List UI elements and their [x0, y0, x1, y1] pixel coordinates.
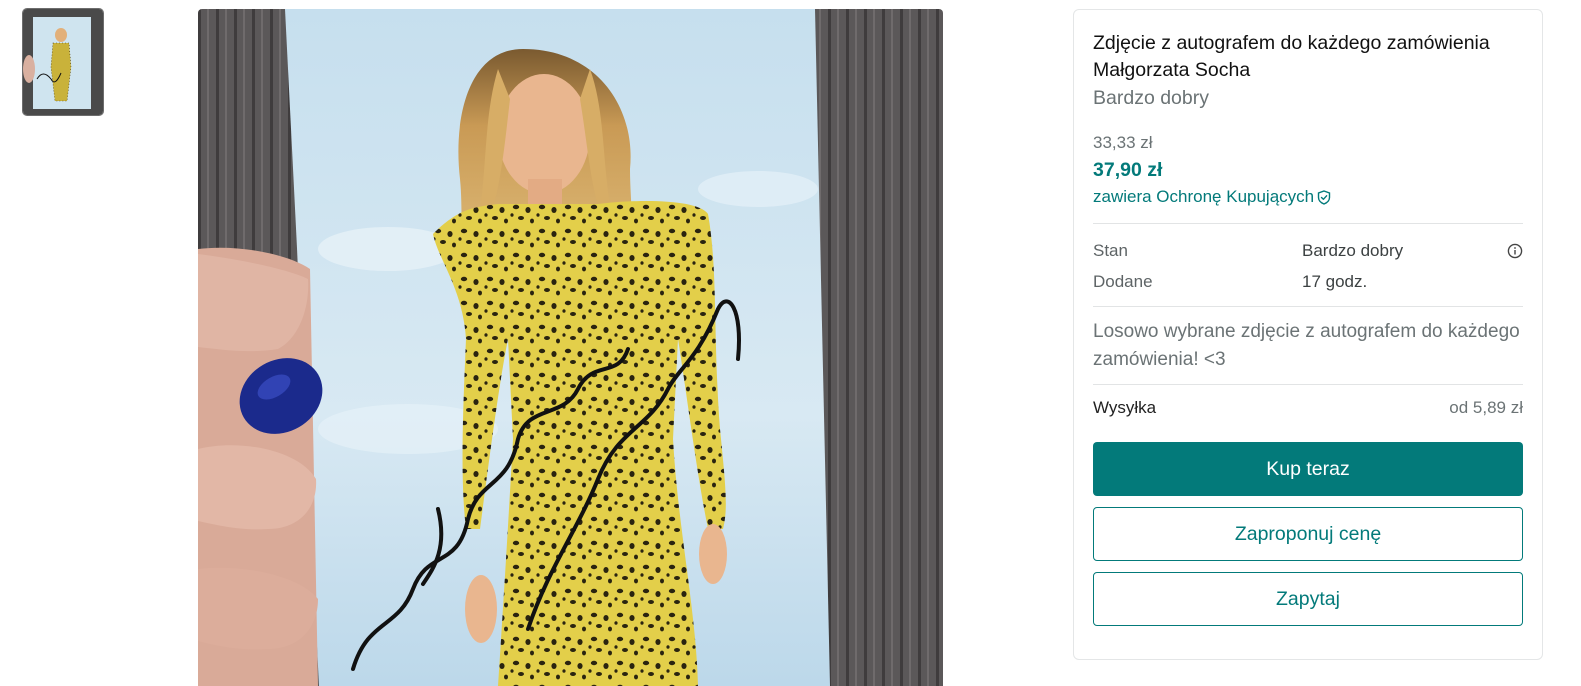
shipping-row: Wysyłka od 5,89 zł: [1093, 396, 1523, 420]
item-price: 33,33 zł: [1093, 133, 1153, 152]
shipping-label: Wysyłka: [1093, 398, 1157, 417]
shield-icon: [1317, 189, 1331, 205]
buy-now-button[interactable]: Kup teraz: [1093, 442, 1523, 496]
item-total-price[interactable]: 37,90 zł: [1093, 157, 1523, 183]
info-icon[interactable]: [1507, 243, 1523, 259]
detail-row-condition: Stan Bardzo dobry: [1093, 239, 1523, 270]
make-offer-button[interactable]: Zaproponuj cenę: [1093, 507, 1523, 561]
detail-value: 17 godz.: [1302, 272, 1368, 291]
divider: [1093, 306, 1523, 307]
autograph-photo-image: [198, 9, 943, 686]
main-photo[interactable]: [198, 9, 943, 686]
shipping-price: od 5,89 zł: [1449, 398, 1523, 417]
item-details-panel: Zdjęcie z autografem do każdego zamówien…: [1073, 9, 1543, 660]
detail-label: Dodane: [1093, 272, 1153, 291]
photo-thumbnail[interactable]: [23, 9, 103, 115]
item-condition: Bardzo dobry: [1093, 87, 1209, 109]
thumbnail-image: [23, 9, 103, 115]
detail-value: Bardzo dobry: [1302, 241, 1404, 260]
details-list: Stan Bardzo dobry Dodane 17 godz.: [1093, 239, 1523, 301]
divider: [1093, 223, 1523, 224]
divider: [1093, 384, 1523, 385]
buyer-protection-link[interactable]: zawiera Ochronę Kupujących: [1093, 185, 1523, 209]
item-title: Zdjęcie z autografem do każdego zamówien…: [1093, 32, 1490, 81]
detail-row-added: Dodane 17 godz.: [1093, 270, 1523, 301]
detail-label: Stan: [1093, 241, 1128, 260]
buyer-protection-text: zawiera Ochronę Kupujących: [1093, 187, 1315, 206]
ask-seller-button[interactable]: Zapytaj: [1093, 572, 1523, 626]
item-description: Losowo wybrane zdjęcie z autografem do k…: [1093, 321, 1520, 370]
